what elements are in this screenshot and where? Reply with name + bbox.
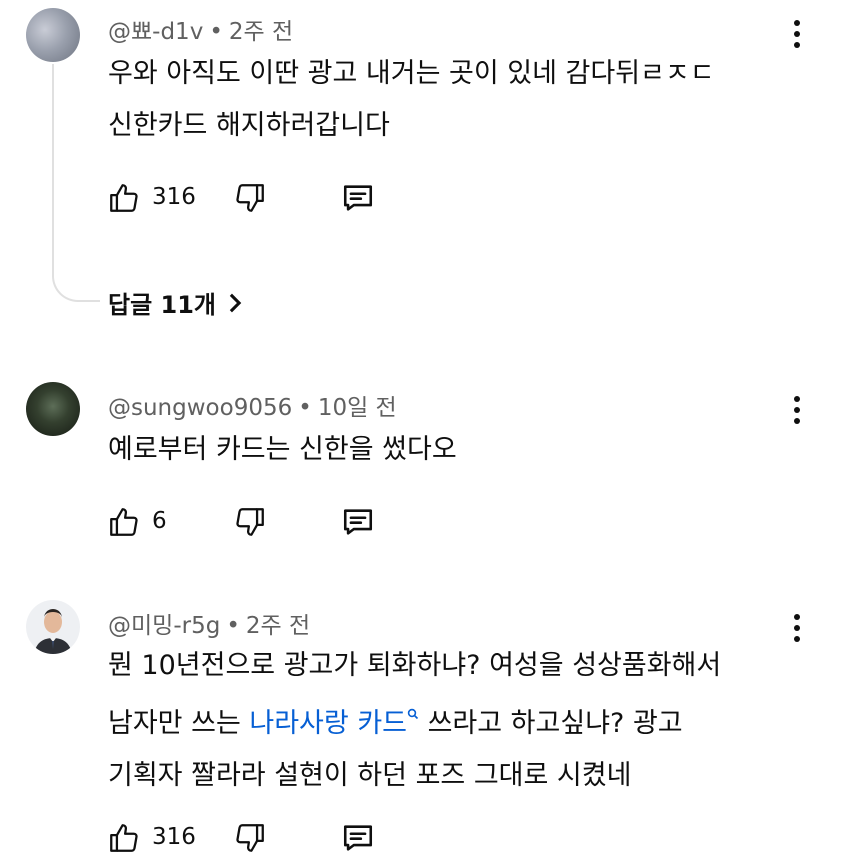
thumbs-up-icon (110, 508, 138, 536)
comment-3: @미밍-r5g • 2주 전 뭔 10년전으로 광고가 퇴화하냐? 여성을 성상품화… (0, 588, 850, 868)
comment-time: 10일 전 (317, 395, 397, 421)
avatar[interactable] (26, 600, 80, 654)
meta-separator: • (298, 395, 312, 421)
comment-line: 뭔 10년전으로 광고가 퇴화하냐? 여성을 성상품화해서 (108, 650, 722, 681)
like-count: 316 (152, 824, 196, 850)
meta-separator: • (226, 613, 240, 639)
more-options-button[interactable] (786, 390, 808, 430)
dislike-button[interactable] (230, 818, 270, 858)
more-options-button[interactable] (786, 608, 808, 648)
comment-line: 기획자 짤라라 설현이 하던 포즈 그대로 시켰네 (108, 760, 632, 791)
comment-line: 남자만 쓰는 나라사랑 카드 쓰라고 하고싶냐? 광고 (108, 692, 788, 750)
thread-line (52, 64, 100, 302)
comment-meta: @sungwoo9056 • 10일 전 (108, 388, 397, 422)
comment-line-text: 남자만 쓰는 (108, 708, 250, 739)
like-count: 316 (152, 184, 196, 210)
comment-time: 2주 전 (228, 19, 294, 45)
search-link-label: 나라사랑 카드 (249, 708, 407, 739)
comment-time: 2주 전 (245, 613, 311, 639)
comment-line: 예로부터 카드는 신한을 썼다오 (108, 434, 457, 465)
view-replies-button[interactable]: 답글 11개 (108, 285, 244, 320)
thumbs-up-icon (110, 184, 138, 212)
comment-text: 예로부터 카드는 신한을 썼다오 (108, 424, 788, 476)
comment-1: @뾰-d1v • 2주 전 우와 아직도 이딴 광고 내거는 곳이 있네 감다뒤ㄹㅈ… (0, 0, 850, 340)
like-button[interactable] (104, 502, 144, 542)
dislike-button[interactable] (230, 502, 270, 542)
more-options-button[interactable] (786, 14, 808, 54)
comment-text: 뭔 10년전으로 광고가 퇴화하냐? 여성을 성상품화해서 남자만 쓰는 나라사… (108, 640, 788, 802)
avatar-portrait (34, 609, 72, 654)
search-icon (407, 708, 419, 726)
chevron-right-icon (229, 293, 242, 312)
reply-icon (343, 185, 373, 211)
like-button[interactable] (104, 818, 144, 858)
thumbs-down-icon (236, 184, 264, 212)
reply-icon (343, 509, 373, 535)
thumbs-up-icon (110, 824, 138, 852)
comment-meta: @뾰-d1v • 2주 전 (108, 12, 293, 46)
thumbs-down-icon (236, 824, 264, 852)
replies-label: 답글 11개 (108, 291, 216, 319)
comment-line-text: 쓰라고 하고싶냐? 광고 (419, 708, 683, 739)
reply-button[interactable] (338, 178, 378, 218)
comment-meta: @미밍-r5g • 2주 전 (108, 606, 310, 640)
comment-line: 신한카드 해지하러갑니다 (108, 110, 390, 141)
thumbs-down-icon (236, 508, 264, 536)
author-name[interactable]: @뾰-d1v (108, 19, 203, 45)
comment-text: 우와 아직도 이딴 광고 내거는 곳이 있네 감다뒤ㄹㅈㄷ 신한카드 해지하러갑… (108, 48, 788, 152)
meta-separator: • (209, 19, 223, 45)
search-link[interactable]: 나라사랑 카드 (249, 708, 419, 739)
reply-button[interactable] (338, 818, 378, 858)
comment-line: 우와 아직도 이딴 광고 내거는 곳이 있네 감다뒤ㄹㅈㄷ (108, 58, 715, 89)
author-name[interactable]: @미밍-r5g (108, 613, 220, 639)
like-count: 6 (152, 508, 167, 534)
reply-button[interactable] (338, 502, 378, 542)
comment-2: @sungwoo9056 • 10일 전 예로부터 카드는 신한을 썼다오 6 (0, 370, 850, 570)
author-name[interactable]: @sungwoo9056 (108, 395, 292, 421)
like-button[interactable] (104, 178, 144, 218)
reply-icon (343, 825, 373, 851)
avatar[interactable] (26, 382, 80, 436)
avatar[interactable] (26, 8, 80, 62)
dislike-button[interactable] (230, 178, 270, 218)
